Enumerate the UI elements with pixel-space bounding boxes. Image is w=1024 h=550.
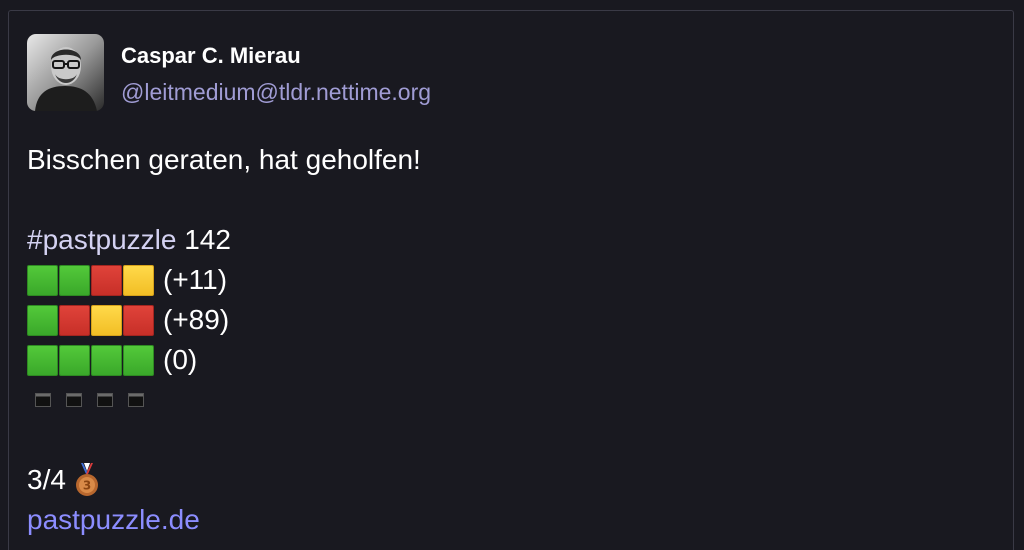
- medal-number: 3: [83, 479, 91, 493]
- green-square-icon: [27, 344, 58, 376]
- result-squares: [27, 344, 154, 376]
- green-square-icon: [123, 344, 154, 376]
- row-score: (+11): [163, 264, 228, 295]
- result-summary: 3/4 3: [27, 460, 421, 500]
- post-content: Bisschen geraten, hat geholfen! #pastpuz…: [27, 140, 421, 540]
- empty-squares: [35, 393, 144, 407]
- website-link[interactable]: pastpuzzle.de: [27, 500, 200, 540]
- result-score: 3/4: [27, 464, 66, 495]
- result-row: (+89): [27, 300, 421, 340]
- result-squares: [27, 264, 154, 296]
- row-score: (0): [163, 344, 198, 375]
- green-square-icon: [59, 344, 90, 376]
- result-row: (+11): [27, 260, 421, 300]
- bronze-medal-icon: 3: [75, 463, 98, 496]
- avatar[interactable]: [27, 34, 104, 111]
- empty-row: [27, 380, 421, 420]
- post-text-line: Bisschen geraten, hat geholfen!: [27, 144, 421, 175]
- red-square-icon: [59, 304, 90, 336]
- yellow-square-icon: [91, 304, 122, 336]
- red-square-icon: [91, 264, 122, 296]
- hashtag-link[interactable]: #pastpuzzle: [27, 220, 176, 260]
- black-square-icon: [66, 393, 82, 407]
- red-square-icon: [123, 304, 154, 336]
- black-square-icon: [35, 393, 51, 407]
- user-avatar-photo: [27, 34, 104, 111]
- black-square-icon: [128, 393, 144, 407]
- display-name[interactable]: Caspar C. Mierau: [121, 43, 301, 69]
- row-score: (+89): [163, 304, 230, 335]
- green-square-icon: [27, 264, 58, 296]
- green-square-icon: [91, 344, 122, 376]
- yellow-square-icon: [123, 264, 154, 296]
- user-handle[interactable]: @leitmedium@tldr.nettime.org: [121, 79, 431, 106]
- result-squares: [27, 304, 154, 336]
- puzzle-number: 142: [184, 224, 231, 255]
- green-square-icon: [59, 264, 90, 296]
- black-square-icon: [97, 393, 113, 407]
- result-row: (0): [27, 340, 421, 380]
- green-square-icon: [27, 304, 58, 336]
- puzzle-header: #pastpuzzle 142: [27, 220, 421, 260]
